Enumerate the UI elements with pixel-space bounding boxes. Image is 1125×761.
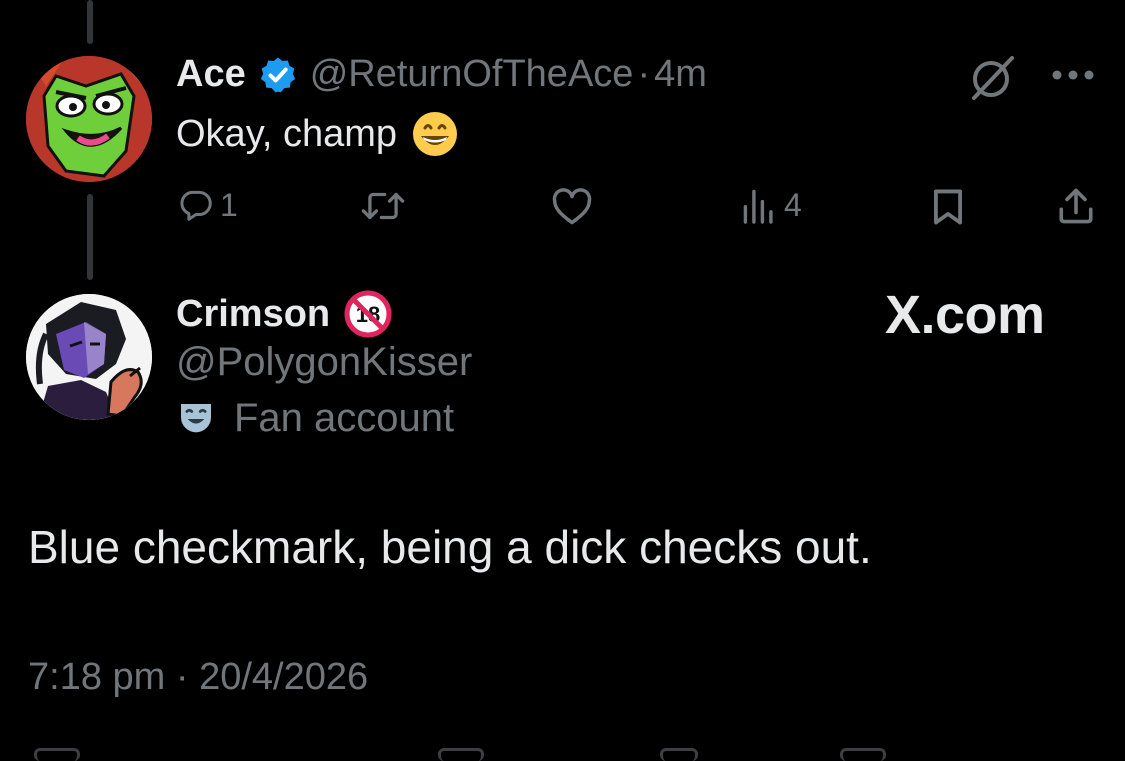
like-button[interactable] bbox=[551, 188, 593, 226]
ace-handle[interactable]: @ReturnOfTheAce bbox=[310, 53, 634, 96]
grinning-face-emoji-icon bbox=[411, 110, 459, 158]
views-button[interactable]: 4 bbox=[742, 186, 802, 224]
retweet-button[interactable] bbox=[360, 188, 406, 224]
bookmark-icon bbox=[934, 189, 962, 225]
fan-account-label: Fan account bbox=[176, 396, 454, 441]
ace-avatar[interactable] bbox=[26, 56, 152, 182]
purple-character-avatar-icon bbox=[26, 294, 152, 420]
reply-count: 1 bbox=[220, 186, 238, 223]
no-under-18-icon: 18 bbox=[344, 290, 392, 338]
handle-time-separator: · bbox=[637, 53, 651, 95]
reply-button[interactable]: 1 bbox=[176, 186, 238, 224]
main-tweet-timestamp[interactable]: 7:18 pm · 20/4/2026 bbox=[28, 656, 368, 699]
ace-tweet-text-row: Okay, champ bbox=[176, 110, 459, 158]
bottom-toolbar-hint-1 bbox=[34, 748, 80, 761]
green-alien-avatar-icon bbox=[26, 56, 152, 182]
views-bar-chart-icon bbox=[743, 189, 773, 224]
thread-line-middle bbox=[87, 194, 93, 280]
bottom-toolbar-hint-4 bbox=[840, 748, 886, 761]
bookmark-button[interactable] bbox=[932, 188, 964, 226]
crimson-display-name[interactable]: Crimson bbox=[176, 293, 330, 336]
bottom-toolbar-hint-2 bbox=[438, 748, 484, 761]
heart-icon bbox=[552, 188, 592, 225]
ace-tweet-text: Okay, champ bbox=[176, 112, 398, 155]
retweet-icon bbox=[361, 192, 405, 220]
ace-time-ago[interactable]: 4m bbox=[654, 53, 707, 96]
more-dots-icon[interactable] bbox=[1050, 68, 1096, 87]
reply-bubble-icon bbox=[180, 190, 212, 221]
verified-badge-icon bbox=[258, 55, 298, 95]
crimson-name-row: Crimson 18 bbox=[176, 290, 392, 338]
bottom-toolbar-hint-3 bbox=[660, 748, 698, 761]
crimson-handle[interactable]: @PolygonKisser bbox=[176, 340, 472, 385]
grok-slash-icon[interactable] bbox=[966, 52, 1020, 107]
views-count: 4 bbox=[784, 186, 802, 223]
crimson-avatar[interactable] bbox=[26, 294, 152, 420]
theater-mask-icon bbox=[176, 399, 216, 439]
thread-line-top bbox=[87, 0, 93, 44]
share-upload-icon bbox=[1059, 188, 1093, 224]
share-button[interactable] bbox=[1058, 186, 1094, 226]
xcom-watermark: X.com bbox=[885, 285, 1045, 345]
crimson-handle-row: @PolygonKisser bbox=[176, 340, 472, 385]
ace-display-name[interactable]: Ace bbox=[176, 53, 246, 96]
main-tweet-text: Blue checkmark, being a dick checks out. bbox=[28, 521, 872, 573]
ace-name-row: Ace @ReturnOfTheAce · 4m bbox=[176, 53, 707, 96]
fan-account-text: Fan account bbox=[234, 396, 455, 440]
